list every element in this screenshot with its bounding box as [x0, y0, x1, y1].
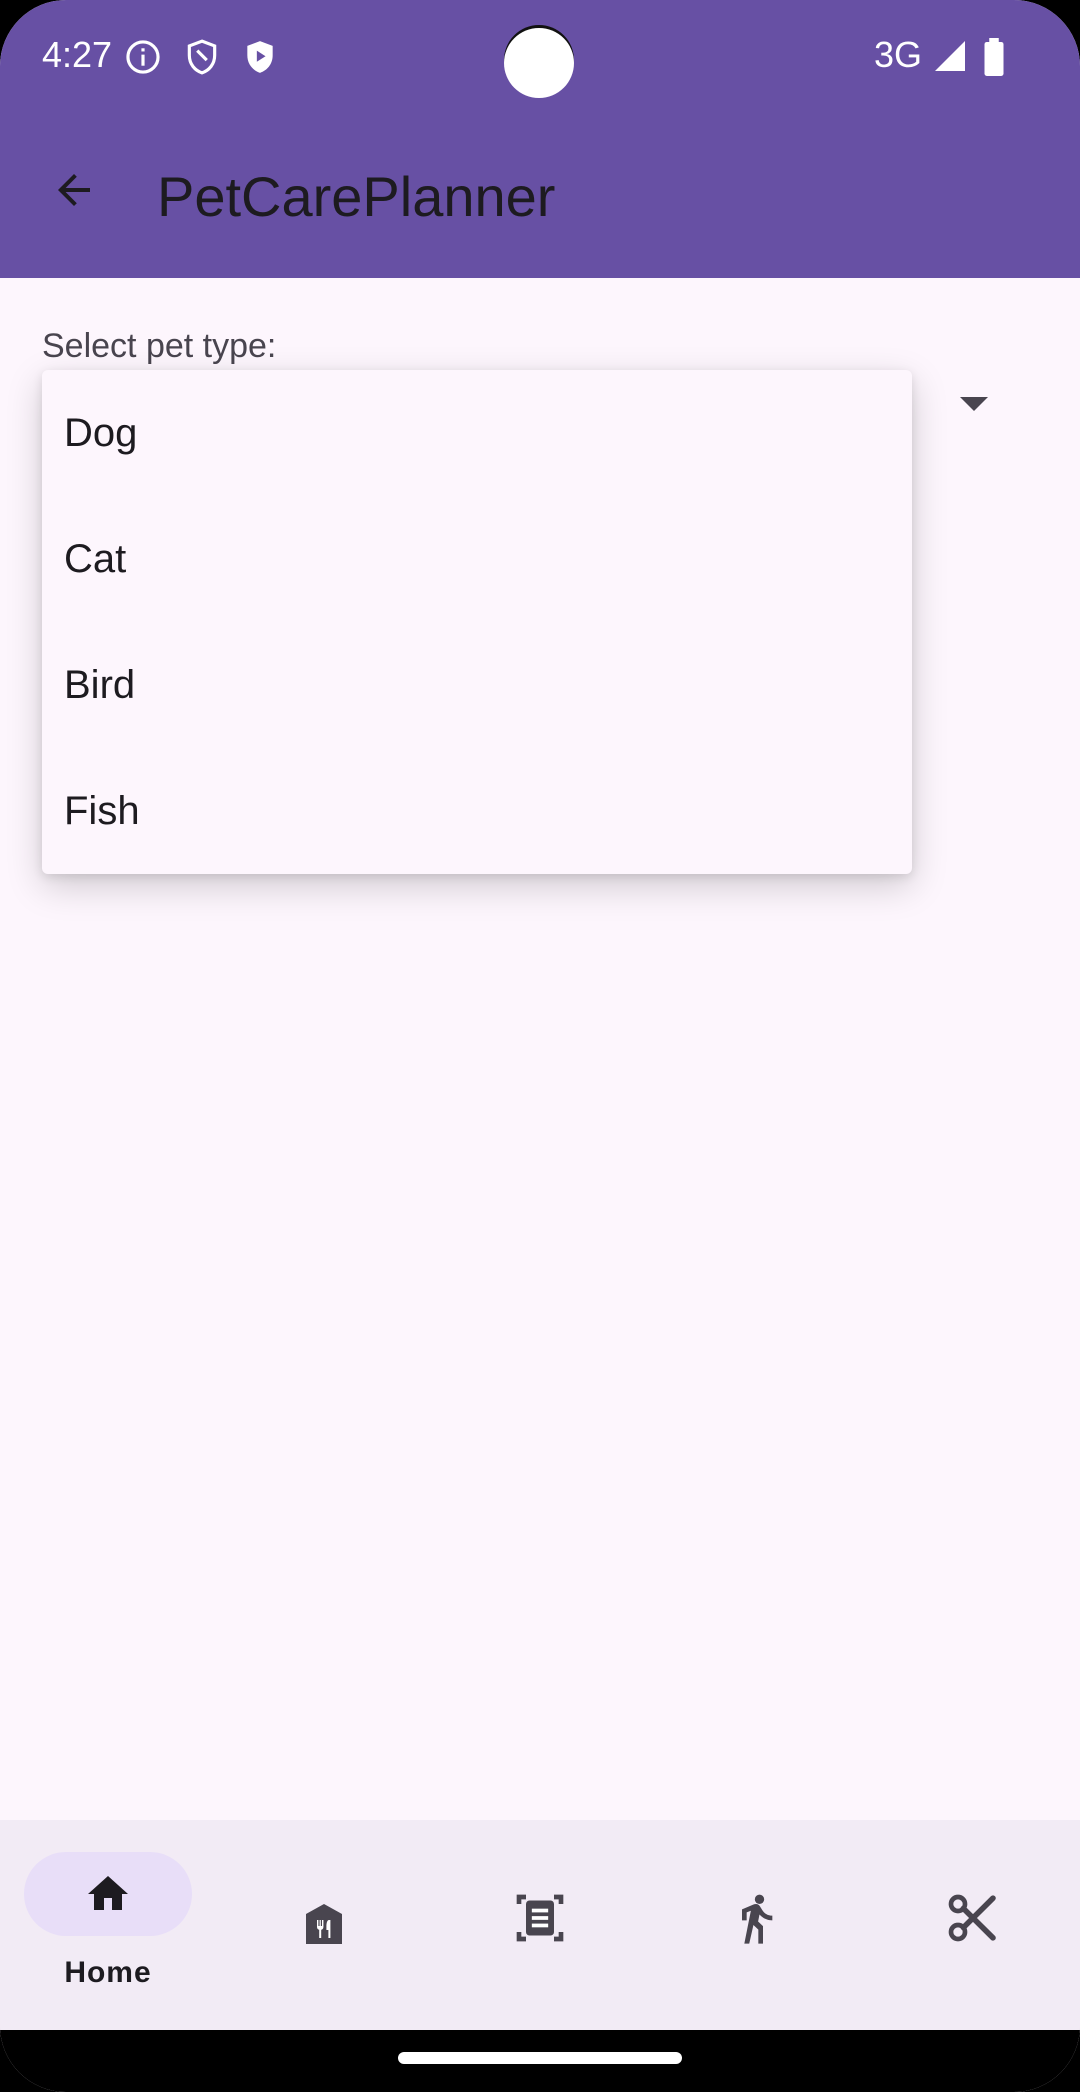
arrow-drop-down-icon[interactable] [958, 394, 990, 414]
front-camera [504, 28, 574, 98]
bottom-navigation: Home [0, 1820, 1080, 2030]
menu-item-cat[interactable]: Cat [42, 496, 912, 622]
home-icon [88, 1876, 128, 1910]
nav-item-records[interactable] [432, 1820, 648, 2030]
battery-icon [984, 38, 1004, 76]
shield-icon [187, 39, 217, 75]
menu-item-bird[interactable]: Bird [42, 622, 912, 748]
nav-item-home[interactable]: Home [0, 1820, 216, 2030]
walk-icon [742, 1894, 773, 1944]
app-title: PetCarePlanner [157, 165, 556, 228]
home-gesture-handle[interactable] [398, 2052, 682, 2064]
menu-item-fish[interactable]: Fish [42, 748, 912, 874]
restaurant-icon [306, 1904, 342, 1944]
status-bar: 4:27 3G [0, 0, 1080, 110]
nav-label-home: Home [64, 1956, 152, 1989]
pet-type-dropdown-menu: Dog Cat Bird Fish [42, 370, 912, 874]
top-app-bar: 4:27 3G PetCarePlanner [0, 0, 1080, 278]
arrow-back-icon [58, 174, 90, 206]
menu-item-dog[interactable]: Dog [42, 370, 912, 496]
info-icon [126, 40, 160, 74]
phone-screen: 4:27 3G PetCarePlanner Select pet type: … [0, 0, 1080, 2092]
scissors-icon [948, 1894, 996, 1942]
nav-item-grooming[interactable] [864, 1820, 1080, 2030]
toolbar: PetCarePlanner [0, 110, 1080, 278]
back-button[interactable] [36, 152, 112, 228]
nav-item-walks[interactable] [648, 1820, 864, 2030]
select-pet-type-label: Select pet type: [42, 327, 277, 365]
play-shield-icon [247, 41, 273, 73]
network-type: 3G [873, 34, 922, 75]
nav-item-feeding[interactable] [216, 1820, 432, 2030]
document-scanner-icon [516, 1894, 564, 1942]
main-content: Select pet type: Dog Cat Bird Fish [0, 278, 1080, 1820]
signal-icon [935, 41, 965, 71]
status-time: 4:27 [42, 34, 113, 75]
